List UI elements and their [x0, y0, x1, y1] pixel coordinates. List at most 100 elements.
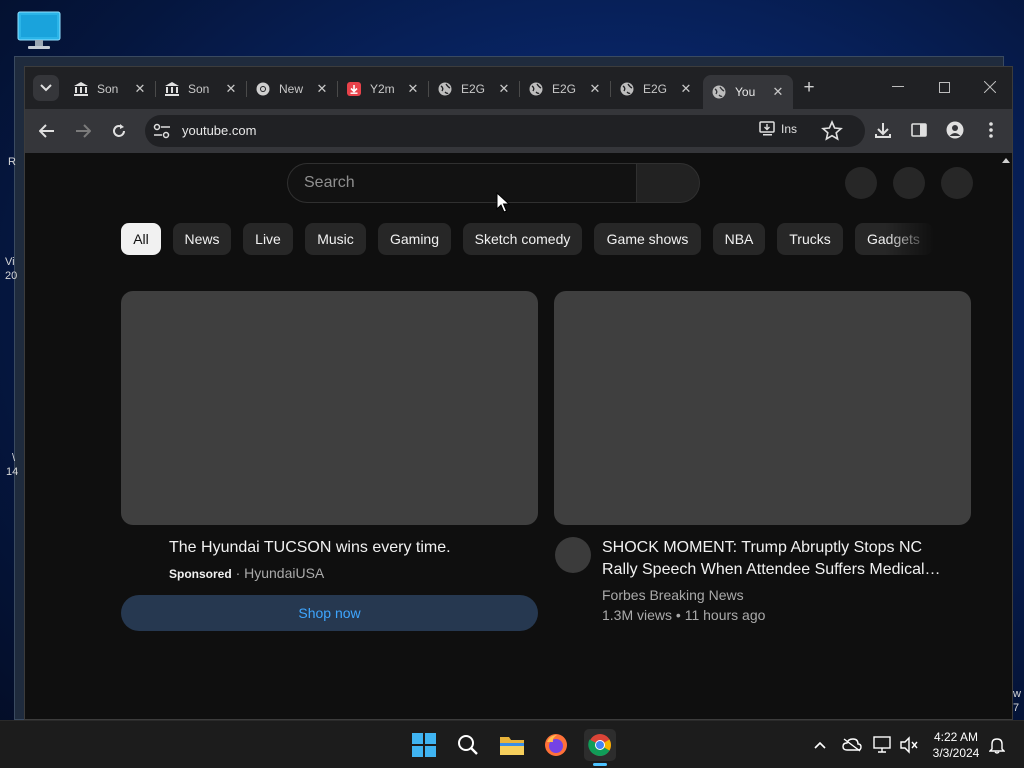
tab-title: E2G	[461, 82, 486, 96]
chip-trucks[interactable]: Trucks	[777, 223, 843, 255]
volume-tray-button[interactable]	[899, 735, 919, 755]
channel-avatar[interactable]	[555, 537, 591, 573]
close-icon[interactable]: ✕	[497, 81, 511, 97]
desktop-label-fragment: \	[12, 452, 16, 464]
site-settings-icon[interactable]	[153, 123, 171, 139]
maximize-button[interactable]	[924, 75, 964, 99]
tab-new[interactable]: New ✕	[247, 75, 338, 103]
network-tray-button[interactable]	[873, 735, 893, 755]
firefox-button[interactable]	[540, 729, 572, 761]
tab-title: E2G	[552, 82, 577, 96]
youtube-search-input[interactable]	[304, 174, 624, 192]
video-title-line[interactable]: SHOCK MOMENT: Trump Abruptly Stops NC	[602, 537, 922, 559]
arrow-right-icon	[76, 124, 91, 138]
this-pc-desktop-icon[interactable]	[16, 10, 62, 52]
clock-date: 3/3/2024	[932, 746, 980, 760]
video-channel-name[interactable]: Forbes Breaking News	[602, 587, 744, 603]
chip-sketch-comedy[interactable]: Sketch comedy	[463, 223, 582, 255]
side-panel-button[interactable]	[908, 119, 930, 141]
tab-title: Son	[97, 82, 119, 96]
sponsored-label: Sponsored	[169, 567, 232, 581]
tab-e2g-2[interactable]: E2G ✕	[520, 75, 611, 103]
chip-gaming[interactable]: Gaming	[378, 223, 451, 255]
cloud-off-icon	[842, 738, 862, 752]
mouse-cursor-icon	[496, 192, 510, 213]
chevron-down-icon	[40, 84, 52, 92]
firefox-icon	[545, 734, 567, 756]
desktop-label-fragment: Vi	[5, 256, 15, 268]
desktop-label-fragment: 7	[1013, 702, 1020, 714]
taskbar: 4:22 AM 3/3/2024	[0, 720, 1024, 768]
downloads-button[interactable]	[872, 119, 894, 141]
placeholder-icon-button[interactable]	[845, 167, 877, 199]
tab-search-button[interactable]	[33, 75, 59, 101]
clock-time: 4:22 AM	[933, 730, 979, 744]
video-thumbnail-placeholder[interactable]	[554, 291, 971, 525]
back-button[interactable]	[35, 119, 59, 143]
forward-button[interactable]	[71, 119, 95, 143]
desktop-label-fragment: w	[1013, 688, 1021, 700]
minimize-icon	[892, 86, 904, 87]
notifications-button[interactable]	[987, 735, 1007, 755]
chrome-icon	[255, 81, 271, 97]
close-icon	[984, 81, 996, 93]
placeholder-avatar[interactable]	[941, 167, 973, 199]
tab-e2g-3[interactable]: E2G ✕	[611, 75, 701, 103]
download-red-icon	[346, 81, 362, 97]
chrome-menu-button[interactable]	[980, 119, 1002, 141]
new-tab-button[interactable]: +	[799, 78, 819, 98]
youtube-search-button[interactable]	[636, 163, 700, 203]
close-icon[interactable]: ✕	[224, 81, 238, 97]
tab-youtube-active[interactable]: You ✕	[703, 75, 793, 109]
close-icon[interactable]: ✕	[315, 81, 329, 97]
arrow-left-icon	[39, 124, 54, 138]
chrome-taskbar-button[interactable]	[584, 729, 616, 761]
close-icon[interactable]: ✕	[588, 81, 602, 97]
chip-live[interactable]: Live	[243, 223, 293, 255]
chip-news[interactable]: News	[173, 223, 231, 255]
onedrive-tray-button[interactable]	[842, 735, 862, 755]
chip-game-shows[interactable]: Game shows	[594, 223, 701, 255]
taskbar-search-button[interactable]	[452, 729, 484, 761]
side-panel-icon	[911, 123, 927, 137]
bookmark-star-icon[interactable]	[821, 120, 843, 142]
placeholder-icon-button[interactable]	[893, 167, 925, 199]
tab-son-2[interactable]: Son ✕	[156, 75, 247, 103]
install-app-button[interactable]: Ins	[759, 121, 799, 137]
ad-title[interactable]: The Hyundai TUCSON wins every time.	[169, 537, 451, 559]
tab-title: Son	[188, 82, 210, 96]
show-hidden-icons-button[interactable]	[810, 735, 830, 755]
tab-y2m[interactable]: Y2m ✕	[338, 75, 429, 103]
ad-channel[interactable]: · HyundaiUSA	[236, 565, 325, 581]
close-icon[interactable]: ✕	[771, 84, 785, 100]
tab-son-1[interactable]: Son ✕	[65, 75, 156, 103]
windows-logo-icon	[412, 733, 436, 757]
desktop-label-fragment: 14	[6, 466, 19, 478]
scrollbar-up-arrow[interactable]	[1002, 158, 1010, 163]
close-window-button[interactable]	[970, 75, 1010, 99]
system-clock[interactable]: 4:22 AM 3/3/2024	[926, 729, 986, 761]
reload-button[interactable]	[107, 119, 131, 143]
chip-music[interactable]: Music	[305, 223, 366, 255]
close-icon[interactable]: ✕	[133, 81, 147, 97]
video-title-line[interactable]: Rally Speech When Attendee Suffers Medic…	[602, 559, 941, 581]
address-bar[interactable]: youtube.com Ins	[145, 115, 865, 147]
file-explorer-button[interactable]	[496, 729, 528, 761]
globe-icon	[528, 81, 544, 97]
close-icon[interactable]: ✕	[679, 81, 693, 97]
address-url[interactable]: youtube.com	[182, 123, 256, 138]
start-button[interactable]	[408, 729, 440, 761]
tab-title: New	[279, 82, 304, 96]
network-monitor-icon	[873, 736, 891, 753]
video-thumbnail-placeholder[interactable]	[121, 291, 538, 525]
minimize-button[interactable]	[878, 75, 918, 99]
profile-button[interactable]	[944, 119, 966, 141]
tab-strip: Son ✕ Son ✕ New ✕ Y2m ✕ E2G ✕ E2G ✕ E2G …	[25, 67, 1012, 109]
desktop-label-fragment: R	[8, 156, 16, 168]
chip-nba[interactable]: NBA	[713, 223, 765, 255]
close-icon[interactable]: ✕	[406, 81, 420, 97]
shop-now-button[interactable]: Shop now	[121, 595, 538, 631]
chip-all[interactable]: All	[121, 223, 161, 255]
youtube-search-box[interactable]	[287, 163, 637, 203]
tab-e2g-1[interactable]: E2G ✕	[429, 75, 520, 103]
